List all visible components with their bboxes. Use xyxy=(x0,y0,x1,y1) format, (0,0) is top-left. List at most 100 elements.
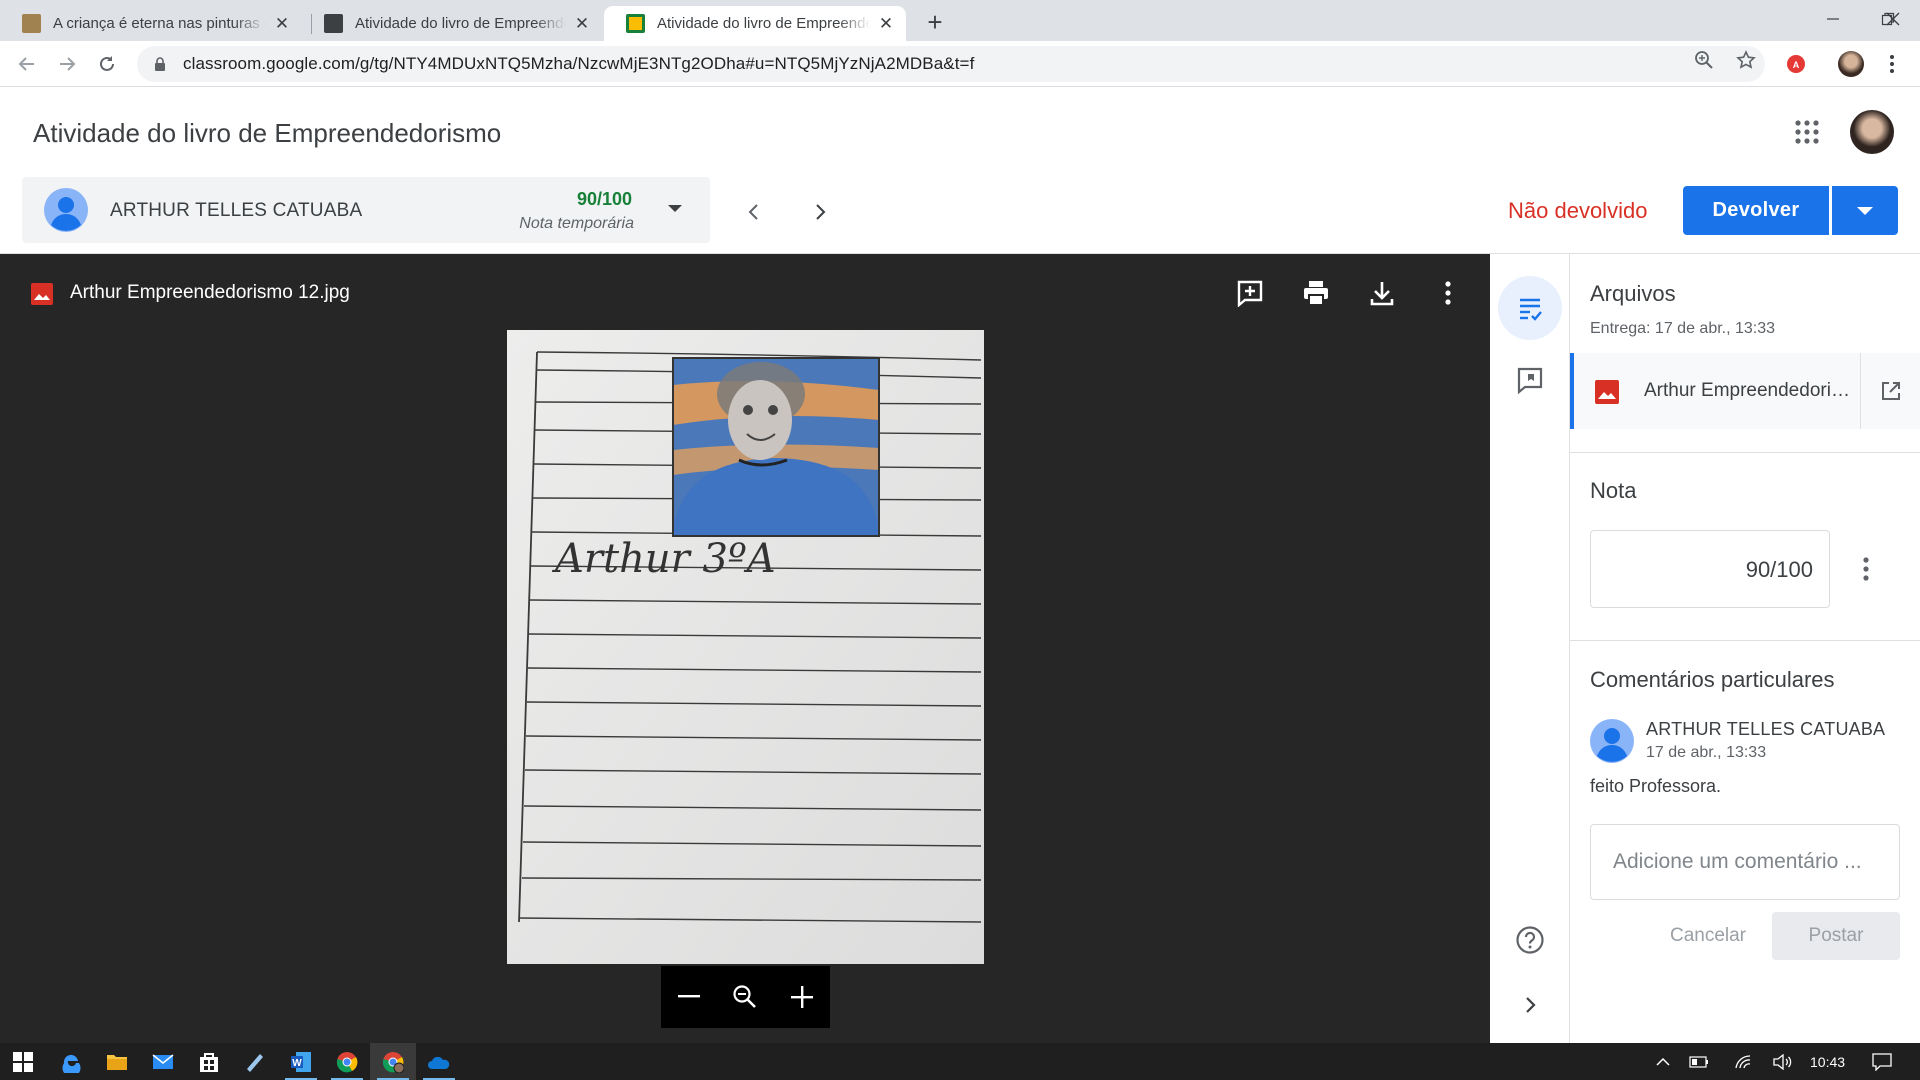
file-explorer-taskbar-button[interactable] xyxy=(94,1043,140,1080)
battery-tray-icon[interactable] xyxy=(1684,1043,1714,1080)
grade-more-icon[interactable] xyxy=(1856,554,1876,584)
comment-text: feito Professora. xyxy=(1590,776,1722,796)
zoom-icon[interactable] xyxy=(1694,50,1714,70)
close-tab-icon[interactable]: ✕ xyxy=(876,14,896,34)
volume-tray-icon[interactable] xyxy=(1768,1043,1798,1080)
apps-grid-icon[interactable] xyxy=(1794,119,1820,145)
zoom-in-button[interactable] xyxy=(774,966,830,1028)
assignment-list-icon xyxy=(1520,298,1542,321)
chrome-taskbar-button[interactable] xyxy=(324,1043,370,1080)
page-title: Atividade do livro de Empreendedorismo xyxy=(33,118,502,148)
bookmark-star-icon[interactable] xyxy=(1736,50,1756,70)
word-taskbar-button[interactable]: W xyxy=(278,1043,324,1080)
student-selector[interactable]: ARTHUR TELLES CATUABA 90/100 Nota tempor… xyxy=(22,177,710,243)
mail-taskbar-button[interactable] xyxy=(140,1043,186,1080)
battery-icon xyxy=(1689,1055,1708,1068)
student-name: ARTHUR TELLES CATUABA xyxy=(110,200,363,221)
image-file-icon xyxy=(1595,380,1619,404)
back-button[interactable] xyxy=(12,49,42,79)
browser-tab-3-active[interactable]: Atividade do livro de Empreendedorismo ✕ xyxy=(604,6,906,41)
onedrive-cloud-icon xyxy=(428,1056,450,1069)
grade-section-title: Nota xyxy=(1590,478,1637,503)
browser-menu-icon[interactable] xyxy=(1882,53,1902,75)
comment-bank-icon xyxy=(1517,367,1543,394)
show-hidden-icons-button[interactable] xyxy=(1648,1043,1678,1080)
grade-input[interactable]: 90/100 xyxy=(1590,530,1830,608)
chrome-profile-icon xyxy=(382,1051,404,1073)
rail-details-button[interactable] xyxy=(1498,276,1562,340)
windows-logo-icon xyxy=(13,1051,33,1072)
classroom-favicon-icon xyxy=(324,14,343,33)
previous-student-button[interactable] xyxy=(736,194,772,230)
rail-comments-button[interactable] xyxy=(1498,348,1562,412)
viewer-filename: Arthur Empreendedorismo 12.jpg xyxy=(70,282,350,303)
chrome-profile-taskbar-button[interactable] xyxy=(370,1043,416,1080)
browser-tab-strip: A criança é eterna nas pinturas de ✕ Ati… xyxy=(0,0,1920,41)
new-tab-button[interactable]: + xyxy=(921,7,949,37)
tab-title: A criança é eterna nas pinturas de xyxy=(53,15,266,32)
lock-icon xyxy=(155,57,165,71)
browser-toolbar: classroom.google.com/g/tg/NTY4MDUxNTQ5Mz… xyxy=(0,41,1920,87)
help-button[interactable] xyxy=(1498,908,1562,972)
profile-avatar[interactable] xyxy=(1838,51,1864,77)
delivery-time: Entrega: 17 de abr., 13:33 xyxy=(1590,320,1776,337)
folder-icon xyxy=(107,1054,127,1070)
plus-icon xyxy=(791,986,813,1008)
arrow-left-icon xyxy=(18,57,34,71)
minimize-window-button[interactable] xyxy=(1810,0,1856,38)
close-window-button[interactable] xyxy=(1870,0,1916,38)
address-bar[interactable]: classroom.google.com/g/tg/NTY4MDUxNTQ5Mz… xyxy=(137,46,1765,82)
viewer-more-button[interactable] xyxy=(1430,275,1466,311)
browser-tab-1[interactable]: A criança é eterna nas pinturas de ✕ xyxy=(0,6,302,41)
add-comment-button[interactable] xyxy=(1232,275,1268,311)
taskbar-clock[interactable]: 10:43 xyxy=(1810,1043,1845,1080)
svg-text:W: W xyxy=(292,1058,302,1069)
store-taskbar-button[interactable] xyxy=(186,1043,232,1080)
help-icon xyxy=(1516,926,1544,954)
app-taskbar-button[interactable] xyxy=(232,1043,278,1080)
post-button[interactable]: Postar xyxy=(1772,912,1900,960)
close-tab-icon[interactable]: ✕ xyxy=(572,14,592,34)
divider xyxy=(1570,452,1920,453)
image-file-icon xyxy=(31,283,53,305)
onedrive-taskbar-button[interactable] xyxy=(416,1043,462,1080)
account-avatar[interactable] xyxy=(1850,110,1894,154)
reload-button[interactable] xyxy=(92,49,122,79)
zoom-reset-button[interactable] xyxy=(717,966,773,1028)
start-button[interactable] xyxy=(0,1043,46,1080)
forward-button[interactable] xyxy=(52,49,82,79)
network-tray-icon[interactable] xyxy=(1728,1043,1758,1080)
attached-file[interactable]: Arthur Empreendedorismo 12.jpg xyxy=(1570,353,1920,429)
zoom-out-button[interactable] xyxy=(661,966,717,1028)
close-tab-icon[interactable]: ✕ xyxy=(272,14,292,34)
word-icon: W xyxy=(291,1051,311,1072)
close-icon xyxy=(1886,12,1900,26)
url-text: classroom.google.com/g/tg/NTY4MDUxNTQ5Mz… xyxy=(183,54,975,73)
open-in-new-button[interactable] xyxy=(1860,353,1920,429)
comment-date: 17 de abr., 13:33 xyxy=(1646,744,1767,761)
next-student-button[interactable] xyxy=(802,194,838,230)
more-vert-icon xyxy=(1445,281,1451,305)
edge-taskbar-button[interactable] xyxy=(48,1043,94,1080)
browser-tab-2[interactable]: Atividade do livro de Empreendedorismo ✕ xyxy=(302,6,602,41)
collapse-panel-button[interactable] xyxy=(1498,973,1562,1037)
side-rail xyxy=(1490,254,1570,1043)
cancel-button[interactable]: Cancelar xyxy=(1646,912,1770,960)
print-button[interactable] xyxy=(1298,275,1334,311)
return-status: Não devolvido xyxy=(1508,198,1648,223)
notifications-button[interactable] xyxy=(1864,1043,1900,1080)
dropdown-caret-icon xyxy=(668,205,682,212)
chrome-icon xyxy=(336,1051,358,1072)
comment-input[interactable] xyxy=(1590,824,1900,900)
return-button[interactable]: Devolver xyxy=(1683,186,1829,235)
open-in-new-icon xyxy=(1881,382,1900,400)
download-button[interactable] xyxy=(1364,275,1400,311)
handwriting-text: Arthur 3ºA xyxy=(551,536,776,582)
submission-photo: Arthur 3ºA xyxy=(507,330,984,964)
file-viewer: Arthur Empreendedorismo 12.jpg Arthur 3º… xyxy=(0,254,1490,1043)
adobe-extension-icon[interactable]: A xyxy=(1785,53,1807,75)
student-grade: 90/100 xyxy=(576,189,632,209)
comment-author: ARTHUR TELLES CATUABA xyxy=(1646,719,1886,739)
files-section-title: Arquivos xyxy=(1590,281,1676,306)
return-options-button[interactable] xyxy=(1832,186,1898,235)
